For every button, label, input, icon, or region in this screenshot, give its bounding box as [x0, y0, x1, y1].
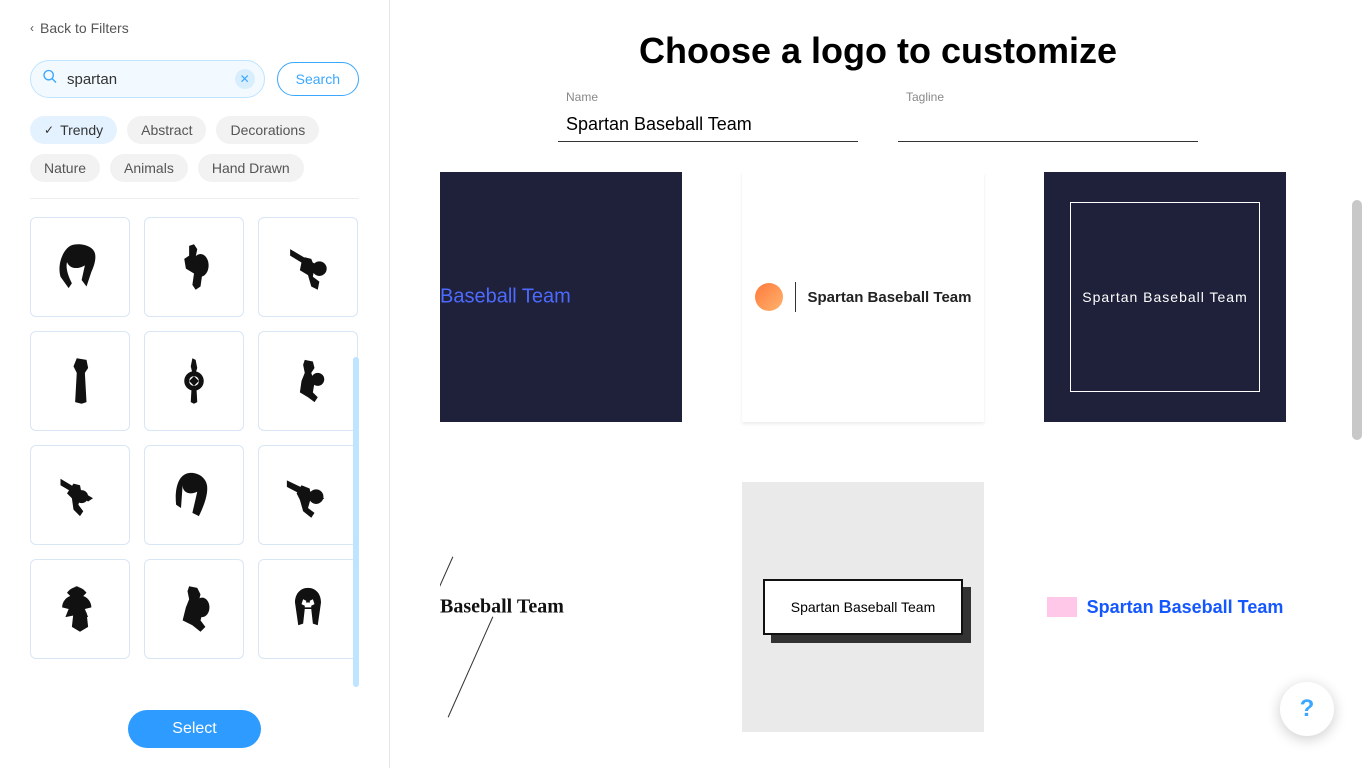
spartan-attack-icon	[54, 469, 106, 521]
icon-option-5[interactable]	[144, 331, 244, 431]
logo-template-6[interactable]: Spartan Baseball Team	[1044, 482, 1286, 732]
icon-option-10[interactable]	[30, 559, 130, 659]
logo-mark-icon	[1047, 597, 1077, 617]
logo-text: Spartan Baseball Team	[1087, 597, 1284, 618]
logo-template-4[interactable]: Baseball Team	[440, 482, 682, 732]
chip-decorations[interactable]: Decorations	[216, 116, 319, 144]
logo-text: Spartan Baseball Team	[808, 289, 972, 306]
logo-text: Baseball Team	[440, 596, 564, 619]
spartan-helmet-front-icon	[282, 583, 334, 635]
icon-option-9[interactable]	[258, 445, 358, 545]
spartan-crest-icon	[54, 583, 106, 635]
chip-nature[interactable]: Nature	[30, 154, 100, 182]
logo-text: Spartan Baseball Team	[791, 599, 936, 615]
logo-text: Spartan Baseball Team	[1082, 289, 1248, 305]
chip-hand-drawn[interactable]: Hand Drawn	[198, 154, 304, 182]
divider-icon	[795, 282, 796, 312]
icon-option-2[interactable]	[144, 217, 244, 317]
clear-search-icon[interactable]: ✕	[235, 69, 255, 89]
logo-template-2[interactable]: Spartan Baseball Team	[742, 172, 984, 422]
help-button[interactable]: ?	[1280, 682, 1334, 736]
logo-template-1[interactable]: Baseball Team	[440, 172, 682, 422]
logo-template-5[interactable]: Spartan Baseball Team	[742, 482, 984, 732]
spartan-cloak-icon	[54, 355, 106, 407]
help-icon: ?	[1300, 695, 1315, 723]
logo-text: Baseball Team	[440, 286, 571, 309]
sidebar-scrollbar-thumb[interactable]	[353, 357, 359, 687]
chip-animals[interactable]: Animals	[110, 154, 188, 182]
icon-option-11[interactable]	[144, 559, 244, 659]
search-icon	[42, 69, 58, 90]
filter-chips: ✓Trendy Abstract Decorations Nature Anim…	[30, 116, 359, 199]
back-label: Back to Filters	[40, 20, 129, 36]
spartan-charge-icon	[282, 469, 334, 521]
slash-decoration-icon	[448, 617, 494, 718]
spartan-helmet-icon	[54, 241, 106, 293]
spartan-warrior-icon	[168, 241, 220, 293]
logo-mark-icon	[755, 283, 783, 311]
chip-abstract[interactable]: Abstract	[127, 116, 206, 144]
logo-template-3[interactable]: Spartan Baseball Team	[1044, 172, 1286, 422]
icon-option-8[interactable]	[144, 445, 244, 545]
logo-box: Spartan Baseball Team	[763, 579, 963, 635]
icon-option-1[interactable]	[30, 217, 130, 317]
back-to-filters-link[interactable]: ‹ Back to Filters	[30, 20, 359, 36]
main-scrollbar-thumb[interactable]	[1352, 200, 1362, 440]
icon-option-4[interactable]	[30, 331, 130, 431]
icon-option-12[interactable]	[258, 559, 358, 659]
page-title: Choose a logo to customize	[440, 30, 1316, 72]
icon-option-7[interactable]	[30, 445, 130, 545]
name-input[interactable]	[558, 110, 858, 142]
check-icon: ✓	[44, 123, 54, 137]
logo-frame: Spartan Baseball Team	[1070, 202, 1260, 392]
spartan-helmet-side-icon	[168, 469, 220, 521]
icon-option-3[interactable]	[258, 217, 358, 317]
name-label: Name	[558, 90, 858, 104]
tagline-label: Tagline	[898, 90, 1198, 104]
icon-scroll-area[interactable]	[30, 217, 359, 694]
search-input[interactable]	[30, 60, 265, 98]
select-button[interactable]: Select	[128, 710, 260, 748]
icon-option-6[interactable]	[258, 331, 358, 431]
spartan-shield-icon	[168, 355, 220, 407]
chevron-left-icon: ‹	[30, 21, 34, 35]
search-wrap: ✕	[30, 60, 265, 98]
spartan-fighter-icon	[168, 583, 220, 635]
tagline-input[interactable]	[898, 110, 1198, 142]
spartan-soldier-icon	[282, 355, 334, 407]
chip-trendy[interactable]: ✓Trendy	[30, 116, 117, 144]
search-button[interactable]: Search	[277, 62, 359, 96]
spartan-spear-icon	[282, 241, 334, 293]
